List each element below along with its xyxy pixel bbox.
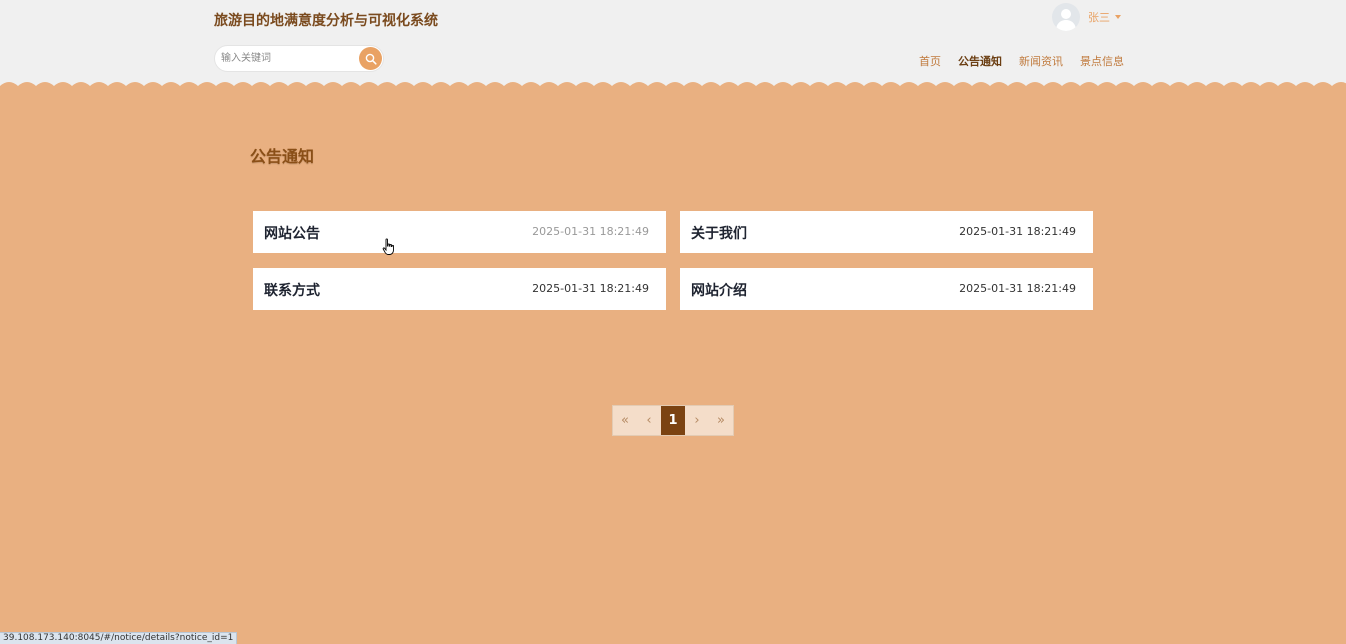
pagination: « ‹ 1 › » — [612, 405, 734, 436]
next-page-button[interactable]: › — [685, 406, 709, 435]
wave-divider — [0, 82, 1346, 92]
notice-title: 网站介绍 — [691, 283, 747, 299]
header: 旅游目的地满意度分析与可视化系统 张三 首页 公告通知 新闻资讯 景点信息 — [0, 0, 1346, 90]
nav-item-news[interactable]: 新闻资讯 — [1019, 53, 1063, 69]
notice-time: 2025-01-31 18:21:49 — [532, 282, 649, 295]
notice-title: 网站公告 — [264, 226, 320, 242]
chevron-down-icon — [1115, 15, 1121, 19]
user-avatar-icon — [1052, 3, 1080, 31]
notice-card[interactable]: 关于我们 2025-01-31 18:21:49 — [680, 211, 1093, 253]
nav-item-attractions[interactable]: 景点信息 — [1080, 53, 1124, 69]
search-icon — [365, 53, 377, 65]
search-box — [214, 45, 384, 72]
notice-time: 2025-01-31 18:21:49 — [959, 225, 1076, 238]
site-title[interactable]: 旅游目的地满意度分析与可视化系统 — [214, 10, 438, 30]
notice-title: 关于我们 — [691, 226, 747, 242]
nav-item-home[interactable]: 首页 — [919, 53, 941, 69]
notice-time: 2025-01-31 18:21:49 — [959, 282, 1076, 295]
prev-page-button[interactable]: ‹ — [637, 406, 661, 435]
first-page-button[interactable]: « — [613, 406, 637, 435]
page-title: 公告通知 — [250, 147, 315, 166]
search-button[interactable] — [359, 47, 382, 70]
status-bar-url: 39.108.173.140:8045/#/notice/details?not… — [0, 632, 238, 644]
nav-item-notice[interactable]: 公告通知 — [958, 53, 1002, 69]
current-page-button[interactable]: 1 — [661, 406, 685, 435]
notice-card[interactable]: 联系方式 2025-01-31 18:21:49 — [253, 268, 666, 310]
search-input[interactable] — [221, 50, 356, 67]
user-menu[interactable]: 张三 — [1052, 2, 1121, 32]
notice-card[interactable]: 网站公告 2025-01-31 18:21:49 — [253, 211, 666, 253]
last-page-button[interactable]: » — [709, 406, 733, 435]
notice-title: 联系方式 — [264, 283, 320, 299]
user-name: 张三 — [1088, 11, 1110, 24]
main-nav: 首页 公告通知 新闻资讯 景点信息 — [902, 53, 1124, 69]
hand-cursor-icon — [382, 238, 394, 255]
notice-card[interactable]: 网站介绍 2025-01-31 18:21:49 — [680, 268, 1093, 310]
notice-time: 2025-01-31 18:21:49 — [532, 225, 649, 238]
